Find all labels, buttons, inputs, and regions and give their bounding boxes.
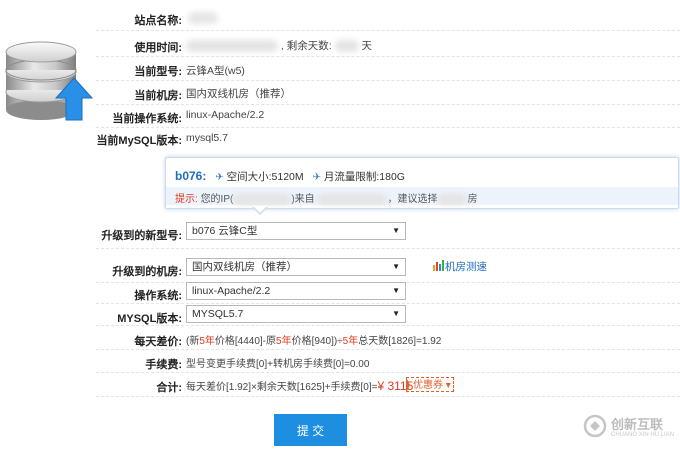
os-select[interactable]: linux-Apache/2.2 ▼ xyxy=(186,282,406,300)
chevron-down-icon: ▼ xyxy=(392,286,400,295)
tip-space: 空间大小:5120M xyxy=(226,171,304,183)
current-room-value: 国内双线机房（推荐） xyxy=(186,88,291,100)
upgrade-model-select[interactable]: b076 云锋C型 ▼ xyxy=(186,222,406,240)
current-mysql-label: 当前MySQL版本: xyxy=(96,135,182,147)
chevron-down-icon: ▼ xyxy=(392,309,400,318)
fee-value: 型号变更手续费[0]+转机房手续费[0]=0.00 xyxy=(186,359,370,370)
pin-icon: ✈ xyxy=(312,172,321,183)
upgrade-model-label: 升级到的新型号: xyxy=(101,230,182,242)
remaining-days-tail: 天 xyxy=(361,40,373,52)
tip-notice-row: 提示: 您的IP( )来自 ，建议选择 房 xyxy=(166,187,678,205)
daily-diff-value: (新5年价格[4440]-原5年价格[940])÷5年总天数[1826]=1.9… xyxy=(186,336,442,347)
bar-chart-icon xyxy=(433,260,445,274)
mysql-select[interactable]: MYSQL5.7 ▼ xyxy=(186,305,406,323)
os-label: 操作系统: xyxy=(134,290,182,302)
tip-notice-c: ，建议选择 xyxy=(387,194,438,205)
submit-button[interactable]: 提 交 xyxy=(274,414,347,446)
current-room-label: 当前机房: xyxy=(134,90,182,102)
current-model-label: 当前型号: xyxy=(134,66,182,78)
tip-notice-b: )来自 xyxy=(291,194,315,205)
tip-notice-a: 您的IP( xyxy=(200,194,234,205)
total-formula: 每天差价[1.92]×剩余天数[1625]+手续费[0]=¥ 3115 xyxy=(186,379,414,393)
database-upgrade-icon xyxy=(2,38,94,122)
watermark-en: CHUANG XIN HU LIAN xyxy=(611,432,675,438)
coupon-dropdown[interactable]: 优惠券 ▾ xyxy=(406,377,454,393)
site-name-value-redacted xyxy=(188,12,218,24)
use-time-value: , 剩余天数: 天 xyxy=(186,38,372,53)
upgrade-room-label: 升级到的机房: xyxy=(112,266,182,278)
tip-traffic: 月流量限制:180G xyxy=(323,171,405,183)
fee-label: 手续费: xyxy=(145,359,182,371)
tip-notice-prefix: 提示: xyxy=(175,194,198,205)
current-os-label: 当前操作系统: xyxy=(112,113,182,125)
watermark-cn: 创新互联 xyxy=(611,417,664,432)
pin-icon: ✈ xyxy=(215,172,224,183)
site-name-label: 站点名称: xyxy=(134,15,182,27)
chevron-down-icon: ▼ xyxy=(392,226,400,235)
current-os-value: linux-Apache/2.2 xyxy=(186,109,265,121)
brand-logo-icon xyxy=(583,414,607,438)
upgrade-room-select[interactable]: 国内双线机房（推荐） ▼ xyxy=(186,258,406,276)
total-label: 合计: xyxy=(156,382,182,394)
tip-notice-d: 房 xyxy=(467,194,478,205)
room-speed-test-link[interactable]: 机房测速 xyxy=(433,259,487,274)
current-mysql-value: mysql5.7 xyxy=(186,132,229,144)
daily-diff-label: 每天差价: xyxy=(134,336,182,348)
remaining-days-text: , 剩余天数: xyxy=(280,40,332,52)
chevron-down-icon: ▼ xyxy=(392,262,400,271)
model-info-tooltip: b076: ✈ 空间大小:5120M ✈ 月流量限制:180G 提示: 您的IP… xyxy=(165,157,679,209)
mysql-label: MYSQL版本: xyxy=(117,313,182,325)
watermark-logo: 创新互联 CHUANG XIN HU LIAN xyxy=(583,410,679,446)
current-model-value: 云锋A型(w5) xyxy=(186,65,245,77)
use-time-label: 使用时间: xyxy=(134,42,182,54)
tip-model-code: b076: xyxy=(175,169,207,183)
